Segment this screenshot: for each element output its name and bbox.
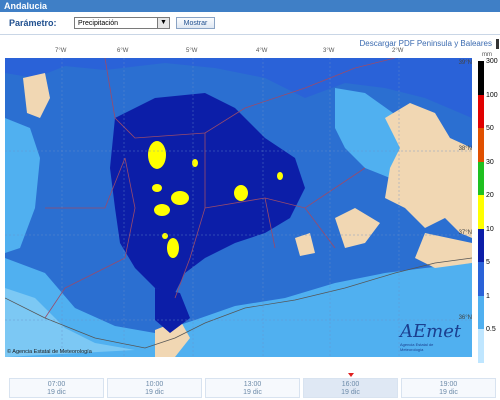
legend-color-5 [478,228,484,262]
timeline-date: 19 dic [243,389,262,396]
aemet-logo: AEmet Agencia Estatal de Meteorología [400,321,462,353]
precip-core [234,185,248,201]
aemet-logo-text: AEmet [400,321,462,342]
precip-area-heavy [110,93,305,293]
legend: mm 300 100 50 30 20 10 5 1 0.5 [478,52,500,363]
timeline: 07:00 19 dic 10:00 19 dic 13:00 19 dic 16:00 19… [9,373,500,400]
precip-core [171,191,189,205]
lon-tick: 7°W [55,48,67,54]
legend-label: 300 [486,58,498,65]
precip-core [148,141,166,169]
precip-core [167,238,179,258]
timeline-time: 19:00 [439,381,458,388]
lon-tick: 4°W [256,48,268,54]
precip-area-west [5,118,40,253]
timeline-time: 16:00 [341,381,360,388]
dry-area-almeria [335,208,380,248]
dry-area-northwest [23,73,50,118]
parameter-label: Parámetro: [9,18,57,28]
legend-color-8 [478,329,484,363]
download-pdf-link[interactable]: Descargar PDF Peninsula y Baleares [359,39,492,48]
parameter-select-value: Precipitación [78,20,119,27]
aemet-logo-sub: Agencia Estatal de Meteorología [400,342,434,352]
lon-tick: 2°W [392,48,404,54]
map-credit: © Agencia Estatal de Meteorología [7,349,92,355]
legend-color-3 [478,161,484,195]
legend-label: 100 [486,91,498,99]
legend-label: 30 [486,158,494,166]
dry-area-patch [295,233,315,256]
lon-tick: 5°W [186,48,198,54]
timeline-slot[interactable]: 13:00 19 dic [205,378,300,398]
legend-color-0 [478,61,484,95]
window-title: Andalucia [0,0,500,12]
lat-tick: 39°N [458,60,472,66]
longitude-ticks: 7°W 6°W 5°W 4°W 3°W 2°W [0,48,470,58]
precip-core [152,184,162,192]
lon-tick: 6°W [117,48,129,54]
timeline-date: 19 dic [341,389,360,396]
legend-label: 5 [486,259,490,266]
timeline-slot[interactable]: 16:00 19 dic [303,378,398,398]
legend-color-6 [478,262,484,296]
precip-core [154,204,170,216]
chevron-down-icon[interactable]: ▼ [157,18,169,28]
legend-label: 0.5 [486,326,496,333]
precipitation-map[interactable]: 39°N 38°N 37°N 36°N © Agencia Estatal de… [5,58,472,357]
timeline-slot[interactable]: 07:00 19 dic [9,378,104,398]
legend-label: 50 [486,125,494,132]
pdf-icon[interactable] [496,39,499,49]
timeline-slot[interactable]: 19:00 19 dic [401,378,496,398]
legend-label: 1 [486,292,490,300]
timeline-date: 19 dic [439,389,458,396]
lon-tick: 3°W [323,48,335,54]
precip-core [162,233,168,239]
timeline-date: 19 dic [145,389,164,396]
timeline-time: 07:00 [47,381,66,388]
parameter-select[interactable]: Precipitación ▼ [74,17,170,29]
legend-color-7 [478,295,484,329]
timeline-slot[interactable]: 10:00 19 dic [107,378,202,398]
timeline-time: 10:00 [145,381,164,388]
legend-color-1 [478,94,484,128]
timeline-time: 13:00 [243,381,262,388]
lat-tick: 38°N [458,146,472,152]
lat-tick: 37°N [458,230,472,236]
divider [0,34,500,35]
map-canvas [5,58,472,357]
dry-area-southeast [415,233,472,268]
legend-label: 20 [486,192,494,199]
parameter-row: Parámetro: Precipitación ▼ Mostrar [0,12,500,34]
timeline-date: 19 dic [47,389,66,396]
precip-core [277,172,283,180]
legend-color-4 [478,195,484,229]
legend-color-2 [478,128,484,162]
legend-label: 10 [486,225,494,233]
show-button[interactable]: Mostrar [176,17,215,29]
dry-area-east [385,103,472,238]
current-time-marker-icon [348,373,354,377]
